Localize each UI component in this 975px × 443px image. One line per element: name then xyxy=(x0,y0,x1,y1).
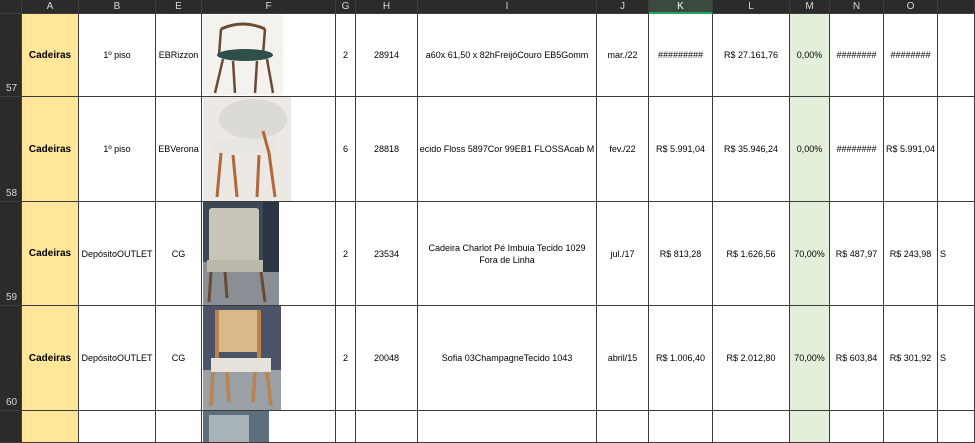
cell-k[interactable]: R$ 5.991,04 xyxy=(649,97,713,202)
cell-j[interactable] xyxy=(597,411,649,443)
column-header-n[interactable]: N xyxy=(830,0,884,14)
row-number: 60 xyxy=(6,397,18,408)
chair-photo[interactable] xyxy=(203,411,269,442)
cell-a[interactable]: Cadeiras xyxy=(22,306,79,411)
cell-n[interactable]: R$ 487,97 xyxy=(830,202,884,306)
cell-e[interactable]: EBVerona xyxy=(156,97,202,202)
cell-p[interactable] xyxy=(938,411,975,443)
cell-h[interactable] xyxy=(356,411,418,443)
cell-b[interactable]: DepósitoOUTLET xyxy=(79,202,156,306)
cell-j[interactable]: jul./17 xyxy=(597,202,649,306)
cell-b[interactable]: 1º piso xyxy=(79,97,156,202)
cell-h[interactable]: 28818 xyxy=(356,97,418,202)
column-header-a[interactable]: A xyxy=(22,0,79,14)
cell-i[interactable]: Cadeira Charlot Pé Imbuia Tecido 1029 Fo… xyxy=(418,202,597,306)
cell-o[interactable]: ######## xyxy=(884,14,938,97)
column-header-l[interactable]: L xyxy=(713,0,790,14)
chair-photo[interactable] xyxy=(203,306,281,410)
chair-photo[interactable] xyxy=(203,97,291,201)
cell-j[interactable]: abril/15 xyxy=(597,306,649,411)
cell-l[interactable]: R$ 27.161,76 xyxy=(713,14,790,97)
cell-m[interactable]: 0,00% xyxy=(790,97,830,202)
cell-g[interactable] xyxy=(336,411,356,443)
row-header[interactable]: 59 xyxy=(0,202,22,306)
cell-n[interactable] xyxy=(830,411,884,443)
cell-a[interactable]: Cadeiras xyxy=(22,202,79,306)
cell-o[interactable]: R$ 301,92 xyxy=(884,306,938,411)
row-header[interactable]: 57 xyxy=(0,14,22,97)
cell-g[interactable]: 6 xyxy=(336,97,356,202)
cell-e[interactable]: CG xyxy=(156,202,202,306)
cell-b[interactable]: 1º piso xyxy=(79,14,156,97)
row-number: 57 xyxy=(6,83,18,94)
cell-i[interactable]: Sofia 03ChampagneTecido 1043 xyxy=(418,306,597,411)
row-header[interactable] xyxy=(0,411,22,443)
cell-i[interactable]: a60x 61,50 x 82hFreijóCouro EB5Gomm xyxy=(418,14,597,97)
cell-p[interactable] xyxy=(938,97,975,202)
cell-m[interactable] xyxy=(790,411,830,443)
cell-a[interactable] xyxy=(22,411,79,443)
column-header-next[interactable] xyxy=(938,0,975,14)
cell-p[interactable]: S xyxy=(938,202,975,306)
cell-p[interactable] xyxy=(938,14,975,97)
cell-o[interactable]: R$ 5.991,04 xyxy=(884,97,938,202)
cell-p[interactable]: S xyxy=(938,306,975,411)
select-all-corner[interactable] xyxy=(0,0,22,14)
cell-i[interactable]: ecido Floss 5897Cor 99EB1 FLOSSAcab M xyxy=(418,97,597,202)
cell-b[interactable] xyxy=(79,411,156,443)
column-header-i[interactable]: I xyxy=(418,0,597,14)
cell-k[interactable]: R$ 813,28 xyxy=(649,202,713,306)
cell-g[interactable]: 2 xyxy=(336,14,356,97)
column-header-o[interactable]: O xyxy=(884,0,938,14)
cell-j[interactable]: mar./22 xyxy=(597,14,649,97)
column-header-e[interactable]: E xyxy=(156,0,202,14)
column-header-k[interactable]: K xyxy=(649,0,713,14)
column-header-g[interactable]: G xyxy=(336,0,356,14)
cell-o[interactable] xyxy=(884,411,938,443)
cell-k[interactable]: R$ 1.006,40 xyxy=(649,306,713,411)
cell-m[interactable]: 70,00% xyxy=(790,306,830,411)
column-header-j[interactable]: J xyxy=(597,0,649,14)
spreadsheet-grid: A B E F G H I J K L M N O 57 Cadeiras 1º piso EBRizzon 2 2… xyxy=(0,0,975,443)
cell-j[interactable]: fev./22 xyxy=(597,97,649,202)
cell-l[interactable]: R$ 1.626,56 xyxy=(713,202,790,306)
cell-k[interactable] xyxy=(649,411,713,443)
cell-h[interactable]: 20048 xyxy=(356,306,418,411)
cell-m[interactable]: 0,00% xyxy=(790,14,830,97)
cell-e[interactable] xyxy=(156,411,202,443)
cell-e[interactable]: EBRizzon xyxy=(156,14,202,97)
cell-n[interactable]: R$ 603,84 xyxy=(830,306,884,411)
cell-n[interactable]: ######## xyxy=(830,97,884,202)
row-header[interactable]: 60 xyxy=(0,306,22,411)
cell-g[interactable]: 2 xyxy=(336,306,356,411)
cell-n[interactable]: ######## xyxy=(830,14,884,97)
cell-l[interactable]: R$ 2.012,80 xyxy=(713,306,790,411)
cell-h[interactable]: 23534 xyxy=(356,202,418,306)
cell-a[interactable]: Cadeiras xyxy=(22,14,79,97)
row-header[interactable]: 58 xyxy=(0,97,22,202)
cell-h[interactable]: 28914 xyxy=(356,14,418,97)
column-header-h[interactable]: H xyxy=(356,0,418,14)
chair-photo[interactable] xyxy=(203,202,279,305)
cell-k[interactable]: ######### xyxy=(649,14,713,97)
row-number: 59 xyxy=(6,292,18,303)
cell-g[interactable]: 2 xyxy=(336,202,356,306)
cell-i[interactable] xyxy=(418,411,597,443)
cell-m[interactable]: 70,00% xyxy=(790,202,830,306)
row-number: 58 xyxy=(6,188,18,199)
cell-b[interactable]: DepósitoOUTLET xyxy=(79,306,156,411)
column-header-b[interactable]: B xyxy=(79,0,156,14)
cell-o[interactable]: R$ 243,98 xyxy=(884,202,938,306)
chair-photo[interactable] xyxy=(203,15,283,95)
cell-l[interactable] xyxy=(713,411,790,443)
cell-e[interactable]: CG xyxy=(156,306,202,411)
cell-l[interactable]: R$ 35.946,24 xyxy=(713,97,790,202)
cell-a[interactable]: Cadeiras xyxy=(22,97,79,202)
column-header-m[interactable]: M xyxy=(790,0,830,14)
column-header-f[interactable]: F xyxy=(202,0,336,14)
